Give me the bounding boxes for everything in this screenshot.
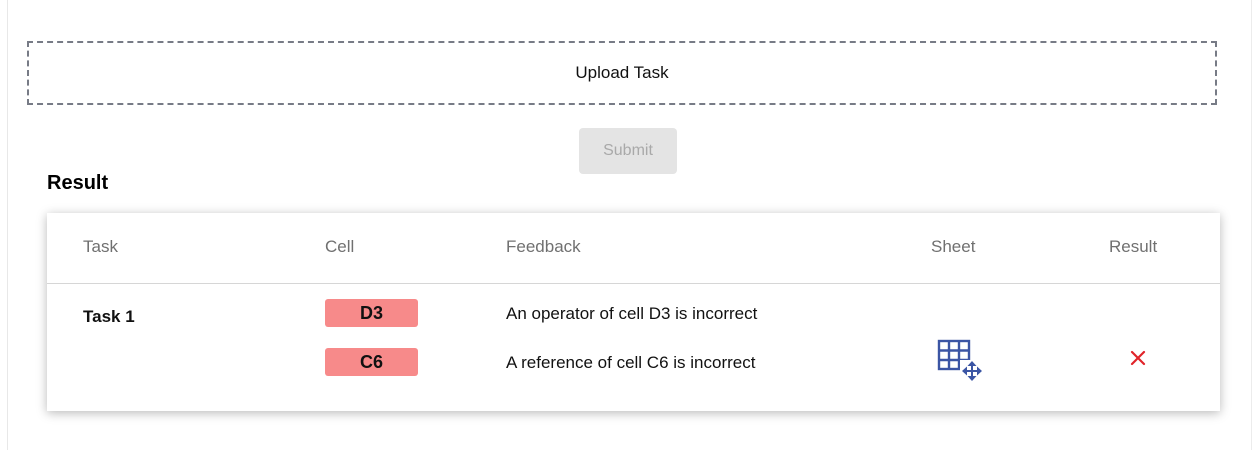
feedback-text: An operator of cell D3 is incorrect: [506, 304, 758, 323]
left-divider: [7, 0, 8, 450]
task-name: Task 1: [83, 307, 135, 326]
feedback-text: A reference of cell C6 is incorrect: [506, 353, 756, 372]
table-header-divider: [47, 283, 1220, 284]
column-header-cell: Cell: [325, 237, 355, 256]
upload-task-label: Upload Task: [575, 63, 669, 82]
spreadsheet-move-icon[interactable]: [937, 338, 987, 382]
cell-badge-label: D3: [359, 302, 383, 323]
submit-button[interactable]: Submit: [579, 128, 677, 174]
cell-badge: D3: [325, 299, 418, 327]
column-header-result: Result: [1109, 237, 1158, 256]
column-header-task: Task: [83, 237, 118, 256]
column-header-sheet: Sheet: [931, 237, 976, 256]
close-icon: [1130, 350, 1146, 366]
column-header-feedback: Feedback: [506, 237, 581, 256]
cell-badge: C6: [325, 348, 418, 376]
result-section-title: Result: [47, 172, 109, 194]
page: Upload Task Submit Result Task Cell Feed…: [0, 0, 1252, 450]
upload-task-dropzone[interactable]: Upload Task: [27, 41, 1217, 105]
cell-badge-label: C6: [359, 351, 383, 372]
